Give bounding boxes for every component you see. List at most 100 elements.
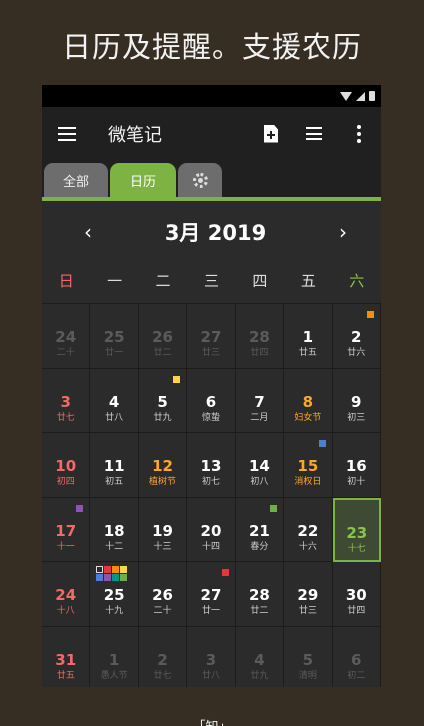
lunar-date: 廿三 — [298, 606, 317, 616]
calendar-day[interactable]: 17 十一 — [42, 497, 91, 562]
calendar-day[interactable]: 31 廿五 — [42, 626, 91, 687]
calendar-day[interactable]: 11 初五 — [90, 433, 139, 498]
calendar-day[interactable]: 27 廿三 — [187, 304, 236, 369]
tab-settings[interactable] — [178, 163, 222, 197]
lunar-date: 初五 — [105, 477, 124, 487]
tab-all[interactable]: 全部 — [44, 163, 108, 197]
calendar-day[interactable]: 3 廿七 — [42, 368, 91, 433]
lunar-date: 廿四 — [347, 606, 366, 616]
note-color-marker — [112, 574, 120, 581]
calendar-day[interactable]: 16 初十 — [332, 433, 381, 498]
calendar-day[interactable]: 28 廿二 — [235, 562, 285, 627]
day-number: 1 — [108, 650, 120, 669]
tab-calendar[interactable]: 日历 — [110, 163, 176, 197]
calendar-day-today[interactable]: 23 十七 — [332, 497, 381, 562]
lunar-date: 廿九 — [153, 412, 172, 423]
calendar-day[interactable]: 28 廿四 — [235, 304, 285, 369]
calendar-day[interactable]: 8 妇女节 — [284, 368, 333, 433]
day-number: 19 — [152, 521, 173, 540]
lunar-date: 廿一 — [105, 348, 124, 358]
menu-icon[interactable] — [58, 126, 76, 141]
calendar-day[interactable]: 15 消权日 — [284, 433, 333, 498]
lunar-date: 初七 — [201, 477, 220, 487]
calendar-day[interactable]: 9 初三 — [332, 368, 381, 433]
calendar-day[interactable]: 10 初四 — [42, 433, 91, 498]
calendar-day[interactable]: 20 十四 — [187, 497, 236, 562]
lunar-date: 十一 — [56, 541, 75, 552]
day-number: 14 — [248, 457, 270, 475]
weekday-mon: 一 — [107, 271, 123, 290]
day-number: 4 — [108, 392, 120, 411]
lunar-date: 十三 — [153, 541, 172, 552]
calendar-day[interactable]: 29 廿三 — [284, 562, 333, 627]
calendar-day[interactable]: 1 愚人节 — [90, 626, 139, 687]
calendar-day[interactable]: 22 十六 — [284, 497, 333, 562]
day-number: 6 — [205, 392, 217, 411]
calendar-day[interactable]: 26 廿二 — [138, 304, 188, 369]
lunar-date: 廿九 — [250, 670, 269, 681]
note-color-marker — [173, 375, 181, 383]
day-number: 16 — [345, 457, 367, 475]
day-number: 5 — [157, 392, 168, 411]
calendar-day[interactable]: 5 清明 — [284, 626, 333, 687]
more-options-button[interactable] — [337, 107, 381, 160]
calendar-day[interactable]: 19 十三 — [138, 497, 188, 562]
day-number: 24 — [55, 328, 77, 346]
calendar-day[interactable]: 1 廿五 — [284, 304, 333, 369]
weekday-sat: 六 — [349, 271, 365, 290]
calendar-day[interactable]: 6 初二 — [332, 626, 381, 687]
lunar-date: 二月 — [250, 412, 269, 423]
calendar-day[interactable]: 27 廿一 — [187, 562, 236, 627]
day-number: 27 — [200, 328, 222, 346]
calendar-day[interactable]: 4 廿九 — [235, 626, 285, 687]
note-color-marker — [76, 504, 84, 512]
lunar-date: 初二 — [347, 670, 366, 681]
lunar-date: 十八 — [56, 606, 75, 616]
day-number: 23 — [346, 523, 368, 542]
calendar-day[interactable]: 6 惊蛰 — [187, 368, 236, 433]
calendar-day[interactable]: 14 初八 — [235, 433, 285, 498]
status-bar — [42, 85, 381, 107]
calendar-day[interactable]: 5 廿九 — [138, 368, 188, 433]
calendar-grid: 24 二十 25 廿一 26 廿二 27 廿三 28 廿四 1 廿五 2 廿六 3 廿七 4 廿八 5 廿九 6 惊蛰 7 二… — [42, 303, 381, 687]
day-number: 6 — [351, 650, 362, 669]
lunar-date: 清明 — [298, 670, 317, 681]
calendar-day[interactable]: 3 廿八 — [187, 626, 236, 687]
prev-month-button[interactable]: ‹ — [78, 220, 98, 244]
add-note-button[interactable] — [249, 107, 293, 160]
calendar-day[interactable]: 18 十二 — [90, 497, 139, 562]
calendar-day[interactable]: 25 廿一 — [90, 304, 139, 369]
day-number: 8 — [302, 392, 314, 411]
calendar-day[interactable]: 25 十九 — [90, 562, 139, 627]
note-color-marker — [366, 311, 374, 318]
note-color-marker — [104, 574, 112, 581]
app-bar: 微笔记 — [42, 107, 381, 160]
note-color-marker — [221, 569, 229, 576]
tab-bar: 全部 日历 — [42, 160, 381, 197]
month-title: 3月 2019 — [164, 221, 267, 245]
calendar-day[interactable]: 26 二十 — [138, 562, 188, 627]
lunar-date: 消权日 — [294, 477, 322, 487]
calendar-day[interactable]: 7 二月 — [235, 368, 285, 433]
calendar-day[interactable]: 30 廿四 — [332, 562, 381, 627]
day-number: 17 — [55, 521, 77, 540]
calendar-day[interactable]: 21 春分 — [235, 497, 285, 562]
next-month-button[interactable]: › — [333, 220, 353, 244]
calendar-day[interactable]: 13 初七 — [187, 433, 236, 498]
footer-caption: 「知」 — [0, 716, 424, 726]
lunar-date: 廿三 — [201, 348, 220, 358]
day-number: 29 — [297, 586, 319, 604]
calendar-day[interactable]: 2 廿七 — [138, 626, 188, 687]
lunar-date: 十六 — [298, 541, 317, 552]
calendar-day[interactable]: 2 廿六 — [332, 304, 381, 369]
calendar-day[interactable]: 24 二十 — [42, 304, 91, 369]
note-color-marker — [104, 566, 112, 573]
list-view-button[interactable] — [293, 107, 337, 160]
list-view-icon — [306, 127, 324, 140]
calendar-day[interactable]: 4 廿八 — [90, 368, 139, 433]
lunar-date: 廿八 — [105, 412, 124, 423]
calendar-day[interactable]: 24 十八 — [42, 562, 91, 627]
lunar-date: 植树节 — [149, 477, 177, 487]
calendar-day[interactable]: 12 植树节 — [138, 433, 188, 498]
wifi-icon — [340, 91, 352, 101]
